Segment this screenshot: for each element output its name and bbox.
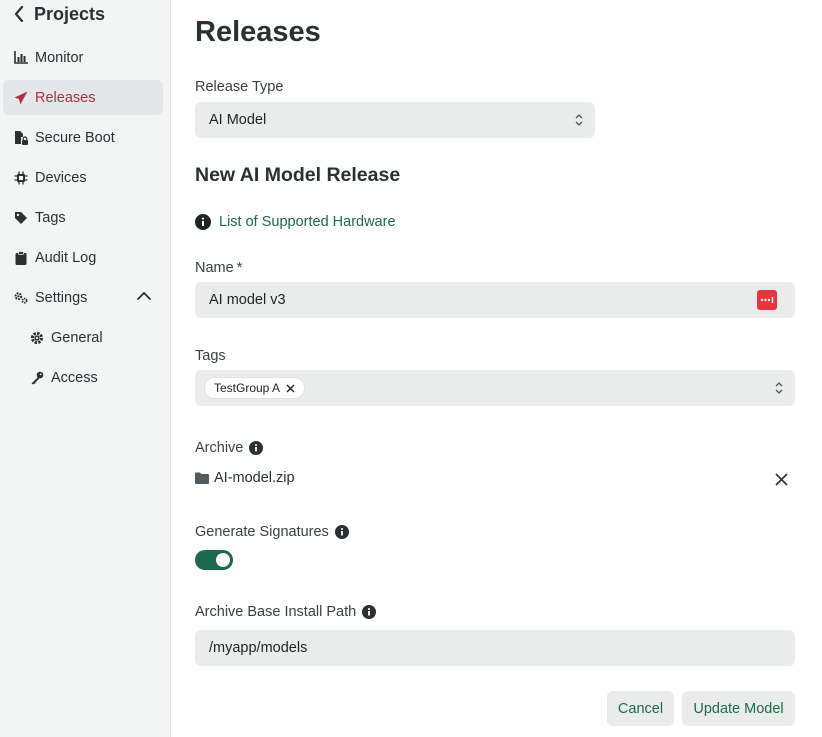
sidebar-item-monitor[interactable]: Monitor — [3, 40, 163, 75]
install-path-input[interactable]: /myapp/models — [195, 630, 795, 666]
name-label-text: Name — [195, 260, 234, 276]
info-icon — [195, 214, 211, 230]
chip-icon — [14, 171, 28, 185]
release-type-value: AI Model — [209, 112, 267, 128]
clipboard-icon — [14, 250, 28, 265]
toggle-knob — [216, 553, 230, 567]
release-type-label: Release Type — [195, 79, 284, 95]
archive-label: Archive — [195, 440, 264, 456]
sidebar-subitem-access[interactable]: Access — [19, 360, 163, 395]
back-to-projects-link[interactable]: Projects — [14, 2, 105, 26]
name-label: Name * — [195, 260, 242, 276]
folder-icon — [195, 472, 209, 484]
sidebar-subitem-general[interactable]: General — [19, 320, 163, 355]
tags-select[interactable]: TestGroup A — [195, 370, 795, 406]
sidebar: Projects Monitor Releases Secure Boot De… — [0, 0, 171, 737]
bar-chart-icon — [14, 51, 28, 65]
generate-signatures-toggle[interactable] — [195, 550, 233, 570]
sidebar-item-devices[interactable]: Devices — [3, 160, 163, 195]
tags-label: Tags — [195, 348, 226, 364]
chevron-left-icon — [14, 6, 24, 22]
tag-icon — [14, 211, 28, 225]
release-type-select[interactable]: AI Model — [195, 102, 595, 138]
key-icon — [30, 371, 44, 385]
supported-hardware-link[interactable]: List of Supported Hardware — [195, 214, 396, 230]
info-icon[interactable] — [362, 605, 377, 619]
password-manager-icon[interactable] — [757, 290, 777, 310]
supported-hardware-link-label: List of Supported Hardware — [219, 214, 396, 230]
chevron-updown-icon — [575, 114, 583, 126]
gear-icon — [30, 331, 44, 345]
name-value: AI model v3 — [209, 292, 286, 308]
sidebar-item-releases[interactable]: Releases — [3, 80, 163, 115]
sidebar-item-tags[interactable]: Tags — [3, 200, 163, 235]
remove-tag-icon[interactable] — [286, 384, 295, 393]
archive-label-text: Archive — [195, 440, 244, 456]
sidebar-item-label: Audit Log — [35, 249, 97, 266]
sidebar-item-label: Secure Boot — [35, 129, 115, 146]
paper-plane-icon — [14, 91, 28, 105]
back-label: Projects — [34, 3, 106, 24]
update-model-button[interactable]: Update Model — [682, 691, 795, 726]
section-title: New AI Model Release — [195, 164, 401, 186]
install-path-label: Archive Base Install Path — [195, 604, 377, 620]
install-path-label-text: Archive Base Install Path — [195, 604, 357, 620]
file-lock-icon — [14, 130, 28, 145]
sidebar-item-label: Access — [51, 369, 98, 386]
sidebar-item-label: Settings — [35, 289, 88, 306]
required-mark: * — [236, 260, 243, 276]
chevron-up-icon — [137, 291, 151, 300]
sidebar-item-label: Releases — [35, 89, 96, 106]
info-icon[interactable] — [249, 441, 264, 455]
tag-chip-label: TestGroup A — [214, 381, 281, 395]
cancel-button[interactable]: Cancel — [607, 691, 674, 726]
archive-file-name: AI-model.zip — [214, 470, 295, 486]
sidebar-item-audit-log[interactable]: Audit Log — [3, 240, 163, 275]
remove-archive-icon[interactable] — [774, 472, 789, 487]
gears-icon — [14, 291, 28, 305]
sidebar-item-settings[interactable]: Settings — [3, 280, 163, 315]
sidebar-item-label: Monitor — [35, 49, 84, 66]
sidebar-item-label: General — [51, 329, 103, 346]
sidebar-item-label: Tags — [35, 209, 66, 226]
sidebar-item-secure-boot[interactable]: Secure Boot — [3, 120, 163, 155]
archive-file: AI-model.zip — [195, 470, 295, 486]
install-path-value: /myapp/models — [209, 640, 308, 656]
chevron-updown-icon — [775, 382, 783, 394]
info-icon[interactable] — [334, 525, 349, 539]
sidebar-item-label: Devices — [35, 169, 87, 186]
tag-chip: TestGroup A — [204, 377, 306, 399]
page-title: Releases — [195, 16, 321, 48]
signatures-label: Generate Signatures — [195, 524, 349, 540]
name-input[interactable]: AI model v3 — [195, 282, 795, 318]
signatures-label-text: Generate Signatures — [195, 524, 329, 540]
